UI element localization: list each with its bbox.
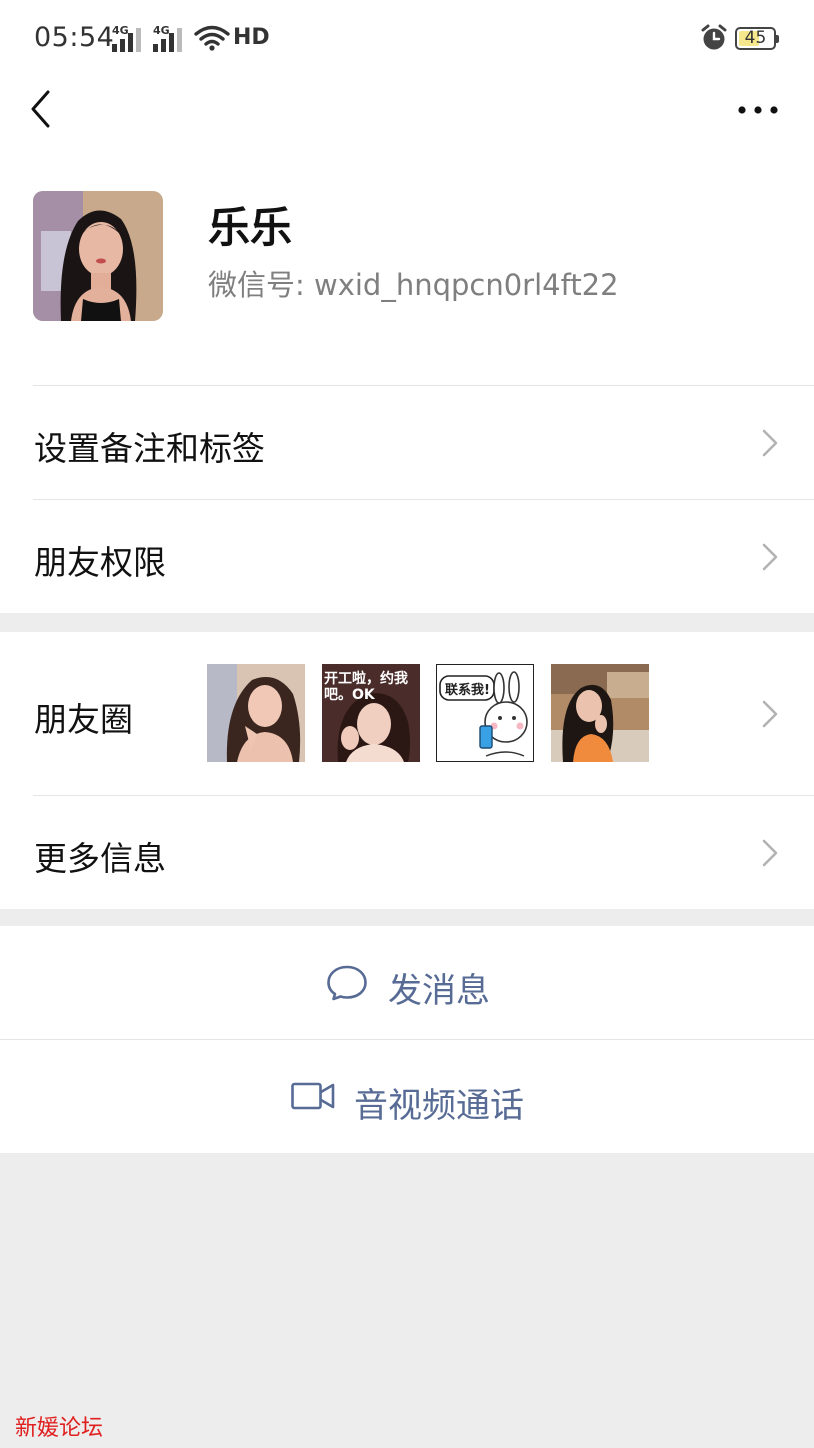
send-message-label: 发消息 bbox=[388, 971, 490, 1011]
thumb-caption: 联系我! bbox=[445, 682, 490, 698]
moments-thumbnail[interactable]: 联系我! bbox=[436, 664, 534, 762]
section-gap bbox=[0, 613, 814, 632]
chevron-right-icon bbox=[762, 543, 778, 571]
row-label: 朋友圈 bbox=[34, 700, 133, 739]
friend-permissions-row[interactable]: 朋友权限 bbox=[0, 500, 814, 613]
moments-thumbnail[interactable] bbox=[551, 664, 649, 762]
more-info-row[interactable]: 更多信息 bbox=[0, 796, 814, 909]
section-gap bbox=[0, 909, 814, 926]
chevron-right-icon bbox=[762, 700, 778, 728]
status-bar: 05:54 4G 4G HD 45 bbox=[0, 0, 814, 80]
chat-bubble-icon bbox=[327, 965, 367, 1001]
row-label: 设置备注和标签 bbox=[34, 429, 265, 468]
chevron-right-icon bbox=[762, 839, 778, 867]
forum-watermark: 新媛论坛 bbox=[15, 1416, 104, 1441]
chevron-left-icon[interactable] bbox=[22, 86, 62, 132]
video-call-label: 音视频通话 bbox=[354, 1086, 524, 1126]
moments-thumbnail[interactable]: 开工啦，约我 吧。OK bbox=[322, 664, 420, 762]
more-horizontal-icon[interactable] bbox=[732, 92, 784, 128]
set-remark-and-tags-row[interactable]: 设置备注和标签 bbox=[0, 386, 814, 499]
chevron-right-icon bbox=[762, 429, 778, 457]
video-call-button[interactable]: 音视频通话 bbox=[0, 1040, 814, 1153]
battery-icon: 45 bbox=[735, 27, 779, 50]
send-message-button[interactable]: 发消息 bbox=[0, 926, 814, 1039]
moments-thumbnail[interactable] bbox=[207, 664, 305, 762]
alarm-icon bbox=[701, 24, 727, 50]
status-time: 05:54 bbox=[34, 22, 115, 53]
video-camera-icon bbox=[291, 1082, 335, 1110]
wechat-id: 微信号: wxid_hnqpcn0rl4ft22 bbox=[208, 268, 619, 302]
contact-name: 乐乐 bbox=[208, 203, 293, 252]
row-label: 更多信息 bbox=[34, 839, 166, 878]
row-label: 朋友权限 bbox=[34, 543, 166, 582]
signal-icon: 4G bbox=[153, 24, 189, 52]
wifi-icon bbox=[194, 25, 230, 51]
signal-icon: 4G bbox=[112, 24, 148, 52]
thumb-caption: 吧。OK bbox=[324, 687, 376, 703]
network-hd-label: HD bbox=[233, 25, 270, 50]
avatar[interactable] bbox=[33, 191, 163, 321]
battery-level: 45 bbox=[744, 28, 767, 48]
thumb-caption: 开工啦，约我 bbox=[324, 670, 408, 687]
